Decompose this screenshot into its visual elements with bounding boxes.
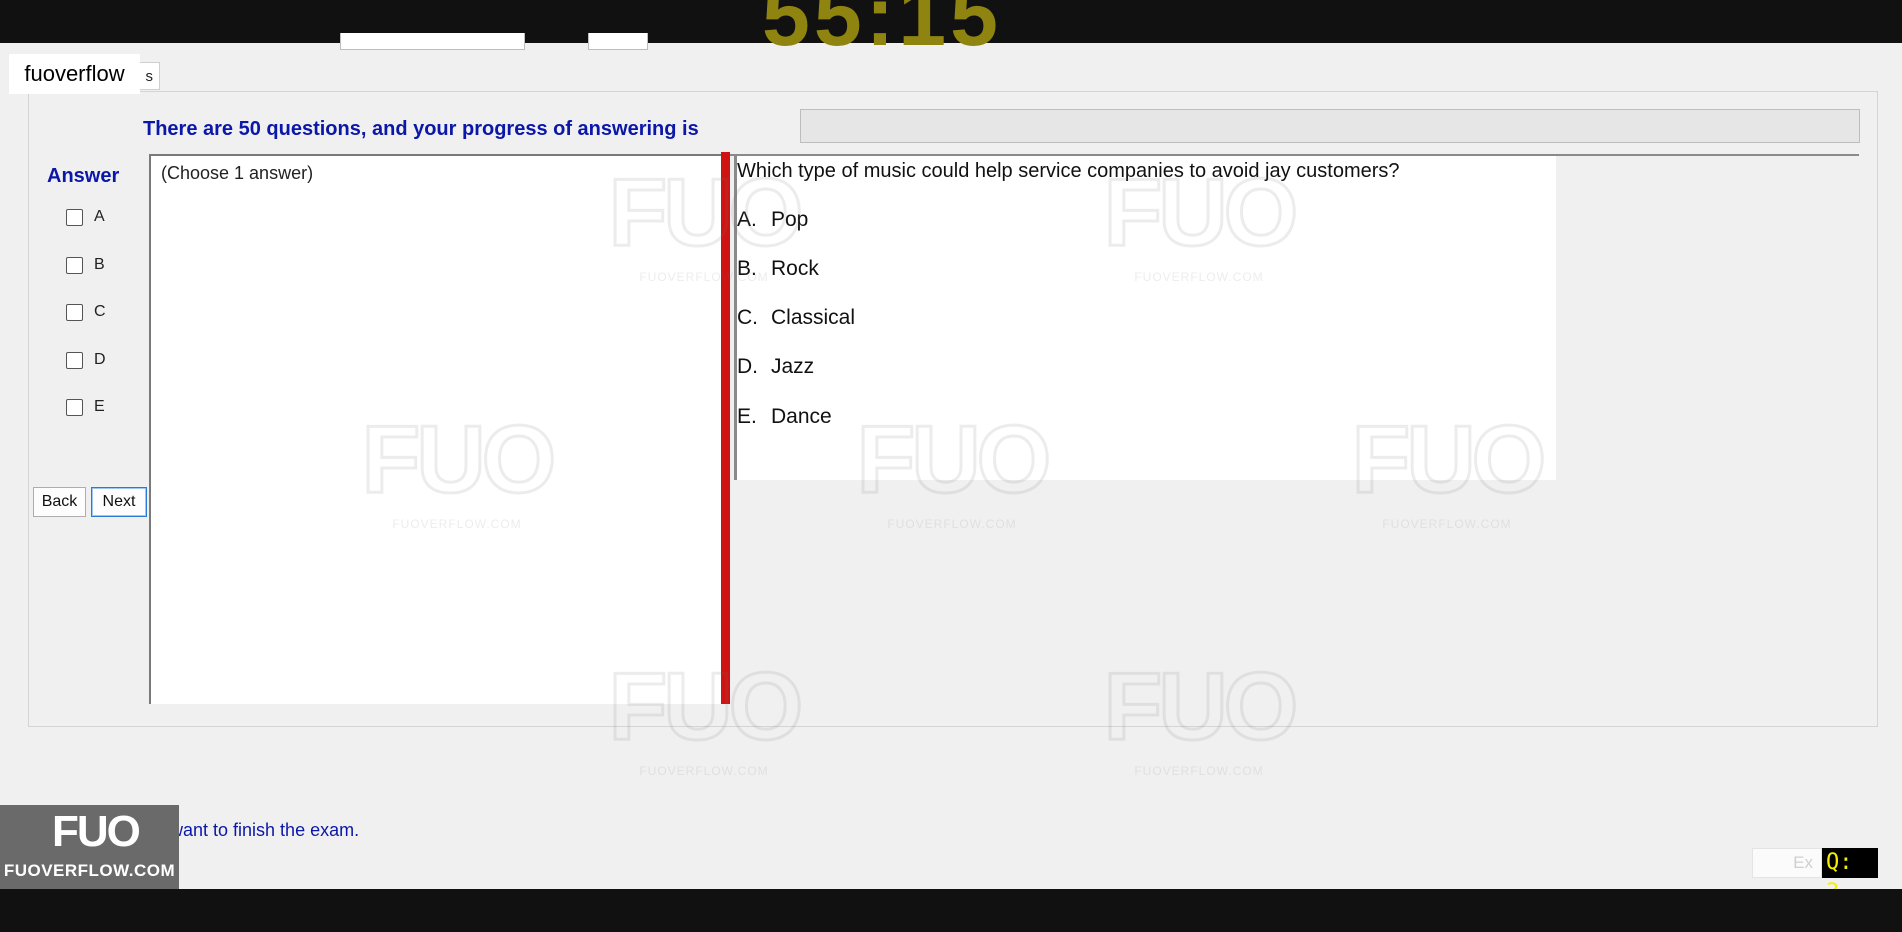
choice-letter: C. — [737, 306, 758, 329]
top-dropdown[interactable] — [340, 33, 525, 50]
answer-title: Answer — [47, 165, 120, 187]
answer-option-label: D — [94, 351, 106, 368]
answer-option-a[interactable]: A — [66, 208, 105, 226]
pane-splitter[interactable] — [721, 152, 730, 704]
choice-letter: D. — [737, 355, 758, 378]
answer-option-label: C — [94, 303, 106, 320]
checkbox-b[interactable] — [66, 256, 83, 274]
answer-option-e[interactable]: E — [66, 398, 105, 416]
answer-notes-pane — [149, 154, 723, 704]
logo-site: FUOVERFLOW.COM — [3, 861, 176, 880]
back-button[interactable]: Back — [33, 487, 86, 517]
checkbox-a[interactable] — [66, 208, 83, 226]
choice-letter: B. — [737, 257, 757, 280]
choice-letter: A. — [737, 208, 757, 231]
choice-text: Classical — [771, 306, 856, 329]
question-number-badge: Q: 3 — [1822, 848, 1878, 905]
progress-bar — [800, 109, 1860, 143]
countdown-timer: 55:15 — [762, 0, 1002, 64]
choice-text: Pop — [771, 208, 809, 231]
next-button[interactable]: Next — [91, 487, 147, 517]
choice-b: B. Rock — [737, 257, 819, 281]
answer-option-d[interactable]: D — [66, 351, 106, 369]
choice-letter: E. — [737, 405, 757, 428]
exit-button[interactable]: Ex — [1752, 848, 1822, 878]
checkbox-c[interactable] — [66, 303, 83, 321]
choice-d: D. Jazz — [737, 355, 814, 379]
choice-text: Rock — [771, 257, 819, 280]
finish-exam-label[interactable]: I want to finish the exam. — [160, 820, 359, 841]
answer-option-c[interactable]: C — [66, 303, 106, 321]
answer-option-label: E — [94, 398, 105, 415]
answer-option-b[interactable]: B — [66, 256, 105, 274]
question-box — [734, 156, 1556, 480]
progress-label: There are 50 questions, and your progres… — [143, 118, 699, 140]
fuoverflow-logo: FUO FUOVERFLOW.COM — [0, 805, 179, 889]
choose-instruction: (Choose 1 answer) — [161, 163, 314, 183]
checkbox-e[interactable] — [66, 398, 83, 416]
logo-mark: FUO — [52, 807, 141, 856]
letterbox-bottom — [0, 889, 1902, 932]
question-text: Which type of music could help service c… — [737, 160, 1400, 182]
answer-option-label: B — [94, 256, 105, 273]
choice-e: E. Dance — [737, 405, 832, 429]
checkbox-d[interactable] — [66, 351, 83, 369]
choice-text: Dance — [771, 405, 832, 428]
answer-option-label: A — [94, 208, 105, 225]
choice-c: C. Classical — [737, 306, 855, 330]
choice-a: A. Pop — [737, 208, 808, 232]
brand-label: fuoverflow — [9, 54, 140, 94]
choice-text: Jazz — [771, 355, 815, 378]
top-small-field[interactable] — [588, 33, 648, 50]
